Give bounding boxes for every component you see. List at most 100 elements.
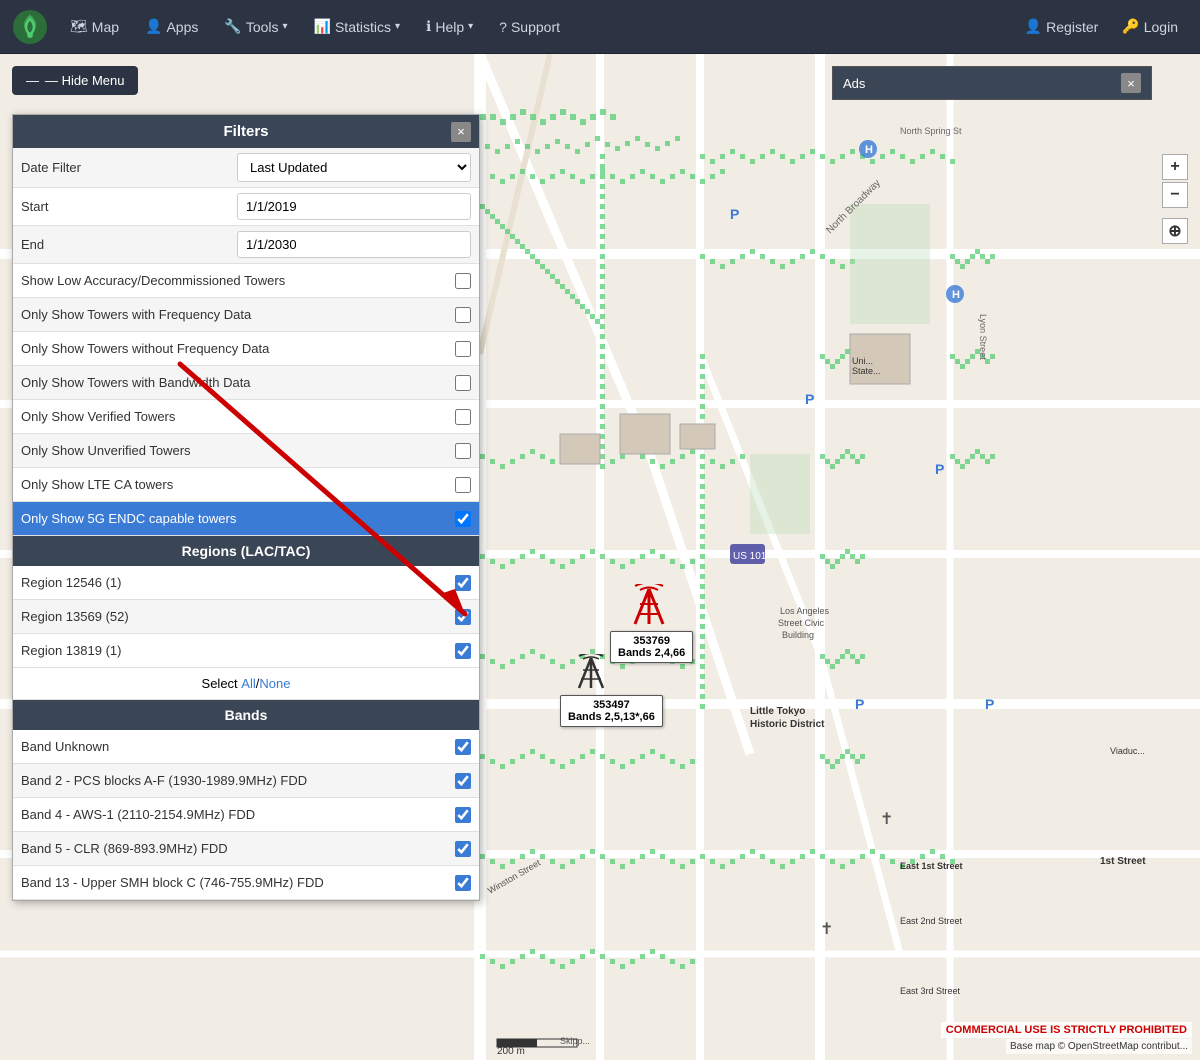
- zoom-in-button[interactable]: +: [1162, 154, 1188, 180]
- nav-help[interactable]: ℹ Help ▾: [416, 12, 483, 41]
- band-row-0: Band Unknown: [13, 730, 479, 764]
- band-checkbox-0[interactable]: [455, 739, 471, 755]
- select-all-row: Select All / None: [13, 668, 479, 700]
- ads-popup: Ads ×: [832, 66, 1152, 100]
- filter-checkbox-row-4: Only Show Verified Towers: [13, 400, 479, 434]
- start-date-input[interactable]: [237, 193, 471, 220]
- svg-text:P: P: [805, 391, 814, 407]
- band-rows: Band Unknown Band 2 - PCS blocks A-F (193…: [13, 730, 479, 900]
- support-nav-icon: ?: [499, 19, 507, 35]
- svg-text:State...: State...: [852, 366, 881, 376]
- select-all-link[interactable]: All: [241, 676, 255, 691]
- tower-id-2: 353769: [618, 635, 685, 647]
- svg-text:1st Street: 1st Street: [1100, 856, 1146, 867]
- nav-map-label: Map: [92, 19, 119, 35]
- tower-icon-2[interactable]: 353769 Bands 2,4,66: [630, 584, 713, 663]
- band-checkbox-4[interactable]: [455, 875, 471, 891]
- filter-checkbox-0[interactable]: [455, 273, 471, 289]
- tools-caret: ▾: [283, 21, 288, 32]
- filters-title: Filters: [223, 123, 268, 140]
- band-label-3: Band 5 - CLR (869-893.9MHz) FDD: [21, 841, 455, 856]
- svg-text:✝: ✝: [820, 921, 833, 938]
- region-checkbox-2[interactable]: [455, 643, 471, 659]
- nav-login[interactable]: 🔑 Login: [1112, 12, 1188, 41]
- date-filter-label: Date Filter: [21, 160, 237, 175]
- hide-menu-label: — Hide Menu: [45, 73, 124, 88]
- ads-close-button[interactable]: ×: [1121, 73, 1141, 93]
- svg-text:200 m: 200 m: [497, 1046, 525, 1057]
- zoom-out-button[interactable]: −: [1162, 182, 1188, 208]
- nav-statistics[interactable]: 📊 Statistics ▾: [304, 12, 410, 41]
- commercial-warning: COMMERCIAL USE IS STRICTLY PROHIBITED: [941, 1022, 1192, 1038]
- svg-text:Uni...: Uni...: [852, 356, 873, 366]
- nav-tools-label: Tools: [246, 19, 279, 35]
- band-checkbox-2[interactable]: [455, 807, 471, 823]
- select-none-link[interactable]: None: [259, 676, 290, 691]
- svg-text:East 3rd Street: East 3rd Street: [900, 986, 961, 996]
- svg-text:P: P: [985, 696, 994, 712]
- nav-support[interactable]: ? Support: [489, 13, 570, 41]
- date-filter-row: Date Filter Last UpdatedDate AddedDate M…: [13, 148, 479, 188]
- svg-text:US 101: US 101: [733, 551, 767, 562]
- filter-checkbox-1[interactable]: [455, 307, 471, 323]
- nav-map[interactable]: 🗺 Map: [60, 12, 129, 41]
- region-checkbox-1[interactable]: [455, 609, 471, 625]
- band-row-4: Band 13 - Upper SMH block C (746-755.9MH…: [13, 866, 479, 900]
- end-date-row: End: [13, 226, 479, 264]
- nav-register[interactable]: 👤 Register: [1015, 12, 1109, 41]
- band-checkbox-1[interactable]: [455, 773, 471, 789]
- select-label: Select: [202, 676, 238, 691]
- svg-text:Skipp...: Skipp...: [560, 1036, 590, 1046]
- map-attribution: Base map © OpenStreetMap contribut...: [1006, 1039, 1192, 1054]
- filter-checkbox-row-3: Only Show Towers with Bandwidth Data: [13, 366, 479, 400]
- filter-checkbox-label-7: Only Show 5G ENDC capable towers: [21, 511, 447, 526]
- filter-checkbox-row-6: Only Show LTE CA towers: [13, 468, 479, 502]
- tower-id-3: 353497: [568, 699, 655, 711]
- band-row-2: Band 4 - AWS-1 (2110-2154.9MHz) FDD: [13, 798, 479, 832]
- svg-text:Street Civic: Street Civic: [778, 618, 825, 628]
- stats-nav-icon: 📊: [314, 18, 331, 35]
- region-row-0: Region 12546 (1): [13, 566, 479, 600]
- filter-checkbox-label-0: Show Low Accuracy/Decommissioned Towers: [21, 273, 447, 288]
- minus-icon: —: [26, 73, 39, 88]
- filter-checkbox-label-3: Only Show Towers with Bandwidth Data: [21, 375, 447, 390]
- svg-text:Little Tokyo: Little Tokyo: [750, 706, 805, 717]
- hide-menu-button[interactable]: — — Hide Menu: [12, 66, 138, 95]
- filter-checkbox-2[interactable]: [455, 341, 471, 357]
- svg-text:Lyon Street: Lyon Street: [978, 314, 988, 360]
- band-label-1: Band 2 - PCS blocks A-F (1930-1989.9MHz)…: [21, 773, 455, 788]
- start-date-row: Start: [13, 188, 479, 226]
- tower-icon-3[interactable]: 353497 Bands 2,5,13*,66: [575, 654, 678, 727]
- date-filter-select[interactable]: Last UpdatedDate AddedDate Modified: [237, 153, 471, 182]
- ads-popup-title: Ads: [843, 76, 865, 91]
- nav-register-label: Register: [1046, 19, 1098, 35]
- region-label-0: Region 12546 (1): [21, 575, 455, 590]
- logo: [12, 9, 48, 45]
- navbar: 🗺 Map 👤 Apps 🔧 Tools ▾ 📊 Statistics ▾ ℹ …: [0, 0, 1200, 54]
- bands-title: Bands: [225, 707, 268, 723]
- filters-close-button[interactable]: ×: [451, 122, 471, 142]
- filter-checkbox-6[interactable]: [455, 477, 471, 493]
- nav-apps-label: Apps: [166, 19, 198, 35]
- main-content: North Broadway North Spring St Lyon Stre…: [0, 54, 1200, 1060]
- map-nav-icon: 🗺: [70, 18, 88, 35]
- locate-button[interactable]: ⊕: [1162, 218, 1188, 244]
- filter-checkbox-row-7: Only Show 5G ENDC capable towers: [13, 502, 479, 536]
- filter-checkbox-3[interactable]: [455, 375, 471, 391]
- region-checkbox-0[interactable]: [455, 575, 471, 591]
- band-checkbox-3[interactable]: [455, 841, 471, 857]
- filter-checkbox-7[interactable]: [455, 511, 471, 527]
- filter-checkbox-4[interactable]: [455, 409, 471, 425]
- nav-tools[interactable]: 🔧 Tools ▾: [214, 12, 297, 41]
- region-rows: Region 12546 (1)Region 13569 (52)Region …: [13, 566, 479, 668]
- band-label-2: Band 4 - AWS-1 (2110-2154.9MHz) FDD: [21, 807, 455, 822]
- nav-apps[interactable]: 👤 Apps: [135, 12, 208, 41]
- bands-section-header: Bands: [13, 700, 479, 730]
- nav-login-label: Login: [1144, 19, 1178, 35]
- end-date-input[interactable]: [237, 231, 471, 258]
- nav-support-label: Support: [511, 19, 560, 35]
- band-label-4: Band 13 - Upper SMH block C (746-755.9MH…: [21, 875, 455, 890]
- tools-nav-icon: 🔧: [224, 18, 241, 35]
- svg-text:✝: ✝: [880, 811, 893, 828]
- filter-checkbox-5[interactable]: [455, 443, 471, 459]
